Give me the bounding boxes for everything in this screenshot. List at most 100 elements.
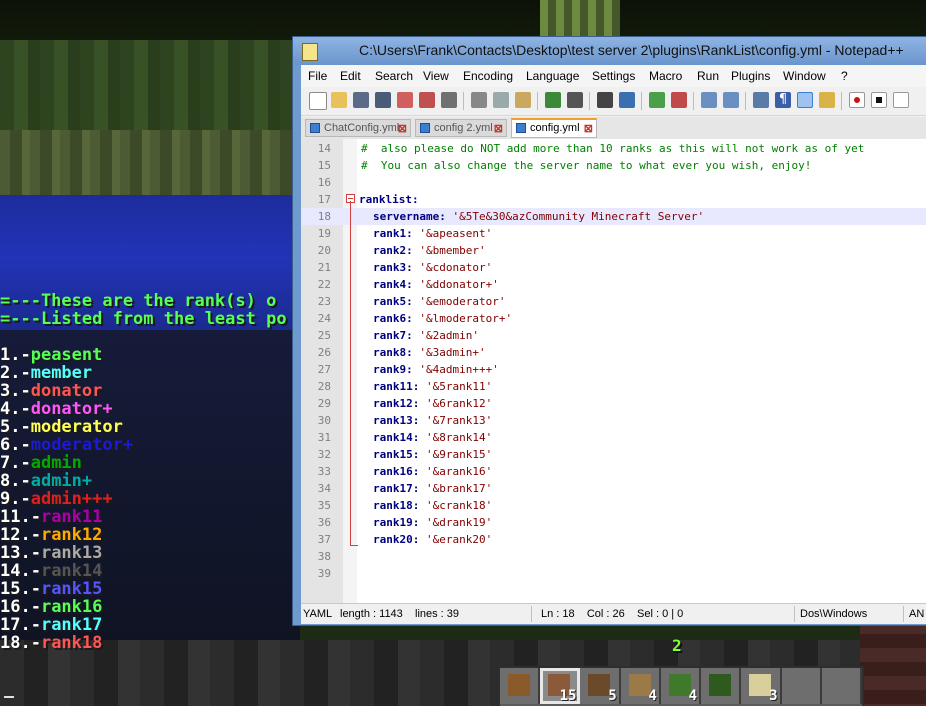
document-map-icon[interactable] (819, 92, 835, 108)
close-icon[interactable] (397, 92, 413, 108)
chat-header-line-2: =---Listed from the least po (0, 309, 287, 329)
rank-name: admin+ (30, 471, 93, 491)
zoom-in-icon[interactable] (649, 92, 665, 108)
hotbar-slot[interactable]: 15 (540, 668, 581, 704)
line-number: 14 (317, 142, 331, 155)
hotbar-slot[interactable]: 4 (620, 668, 661, 704)
rank-name: peasent (30, 345, 103, 365)
line-number: 22 (317, 278, 331, 291)
menu-edit[interactable]: Edit (340, 69, 361, 83)
notepadpp-window: C:\Users\Frank\Contacts\Desktop\test ser… (292, 36, 926, 626)
yaml-pair: rank5: '&emoderator' (373, 293, 505, 310)
tab-chatconfig[interactable]: ChatConfig.yml ⊠ (305, 119, 411, 137)
redo-icon[interactable] (567, 92, 583, 108)
line-number: 30 (317, 414, 331, 427)
hotbar-slot[interactable] (821, 668, 862, 704)
toolbar-separator (745, 92, 746, 110)
hotbar-slot[interactable]: 4 (660, 668, 702, 704)
close-all-icon[interactable] (419, 92, 435, 108)
line-number: 29 (317, 397, 331, 410)
yaml-pair: rank16: '&arank16' (373, 463, 492, 480)
fold-guide-end (350, 545, 358, 546)
hotbar-slot[interactable]: 3 (741, 668, 782, 704)
cut-icon[interactable] (471, 92, 487, 108)
menu-window[interactable]: Window (783, 69, 826, 83)
yaml-key: rank20: (373, 533, 420, 546)
close-tab-icon[interactable]: ⊠ (398, 121, 407, 137)
yaml-value: '&lmoderator+' (419, 312, 513, 325)
code-line: 39 (301, 565, 926, 582)
line-number: 24 (317, 312, 331, 325)
copy-icon[interactable] (493, 92, 509, 108)
gravel-shore (0, 130, 300, 200)
line-number: 15 (317, 159, 331, 172)
open-folder-icon[interactable] (331, 92, 347, 108)
yaml-value: '&drank19' (425, 516, 493, 529)
hotbar-slot[interactable] (500, 668, 541, 704)
find-icon[interactable] (597, 92, 613, 108)
rank-number: 7.- (0, 453, 31, 473)
save-all-icon[interactable] (375, 92, 391, 108)
yaml-key: rank18: (373, 499, 420, 512)
menu-help[interactable]: ? (841, 69, 848, 83)
code-line: 36 rank19: '&drank19' (301, 514, 926, 531)
undo-icon[interactable] (545, 92, 561, 108)
yaml-pair: rank6: '&lmoderator+' (373, 310, 512, 327)
sync-vertical-icon[interactable] (701, 92, 717, 108)
menu-run[interactable]: Run (697, 69, 719, 83)
print-icon[interactable] (441, 92, 457, 108)
menu-search[interactable]: Search (375, 69, 413, 83)
sync-horizontal-icon[interactable] (723, 92, 739, 108)
hotbar-slot[interactable]: 5 (580, 668, 621, 704)
yaml-key: rank14: (373, 431, 420, 444)
menu-plugins[interactable]: Plugins (731, 69, 770, 83)
show-all-chars-icon[interactable]: ¶ (775, 92, 791, 108)
tab-config-2[interactable]: config 2.yml ⊠ (415, 119, 507, 137)
indent-guide-icon[interactable] (797, 92, 813, 108)
menu-language[interactable]: Language (526, 69, 579, 83)
menu-encoding[interactable]: Encoding (463, 69, 513, 83)
rank-number: 11.- (0, 507, 41, 527)
stop-macro-icon[interactable] (871, 92, 887, 108)
rank-name: moderator (30, 417, 123, 437)
record-macro-icon[interactable] (849, 92, 865, 108)
menu-bar: File Edit Search View Encoding Language … (301, 65, 926, 87)
close-tab-icon[interactable]: ⊠ (584, 121, 593, 137)
menu-view[interactable]: View (423, 69, 449, 83)
play-macro-icon[interactable] (893, 92, 909, 108)
tree-leaves (540, 0, 620, 40)
hotbar-slot[interactable] (781, 668, 822, 704)
toolbar-separator (641, 92, 642, 110)
file-icon (420, 123, 430, 133)
code-editor[interactable]: 14 # also please do NOT add more than 10 … (301, 139, 926, 605)
yaml-pair: rank4: '&ddonator+' (373, 276, 499, 293)
yaml-pair: rank9: '&4admin+++' (373, 361, 499, 378)
line-number: 34 (317, 482, 331, 495)
menu-settings[interactable]: Settings (592, 69, 635, 83)
yaml-pair: rank11: '&5rank11' (373, 378, 492, 395)
title-bar[interactable]: C:\Users\Frank\Contacts\Desktop\test ser… (293, 37, 926, 65)
seeds-icon (588, 674, 611, 696)
code-line: 31 rank14: '&8rank14' (301, 429, 926, 446)
item-count: 4 (688, 688, 698, 704)
chat-rank-line: 13.-rank13 (0, 544, 102, 562)
yaml-pair: servername: '&5Te&30&azCommunity Minecra… (373, 208, 704, 225)
word-wrap-icon[interactable] (753, 92, 769, 108)
hotbar-slot[interactable] (701, 668, 742, 704)
menu-file[interactable]: File (308, 69, 327, 83)
menu-macro[interactable]: Macro (649, 69, 682, 83)
zoom-out-icon[interactable] (671, 92, 687, 108)
tab-config[interactable]: config.yml ⊠ (511, 118, 597, 138)
toolbar-separator (463, 92, 464, 110)
paste-icon[interactable] (515, 92, 531, 108)
close-tab-icon[interactable]: ⊠ (494, 121, 503, 137)
status-lines: lines : 39 (415, 608, 460, 620)
replace-icon[interactable] (619, 92, 635, 108)
new-file-icon[interactable] (309, 92, 327, 110)
rank-number: 4.- (0, 399, 31, 419)
chat-input-cursor[interactable] (4, 696, 14, 698)
xp-level: 2 (672, 636, 682, 655)
yaml-value: '&8rank14' (425, 431, 493, 444)
save-icon[interactable] (353, 92, 369, 108)
yaml-value: '&brank17' (425, 482, 493, 495)
